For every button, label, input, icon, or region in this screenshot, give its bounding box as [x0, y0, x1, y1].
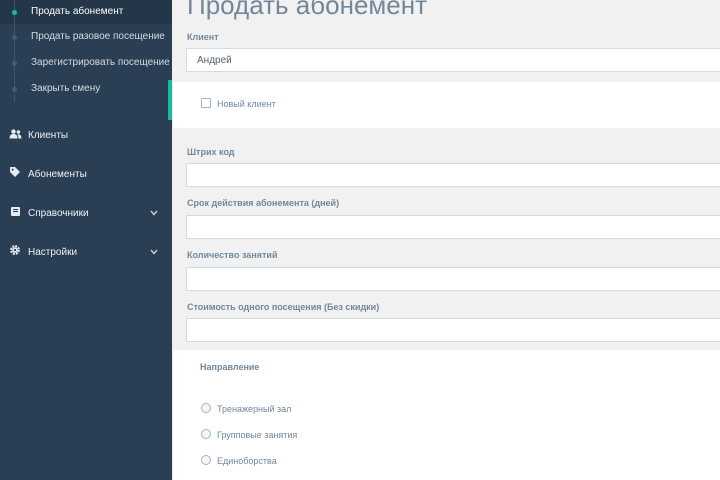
- barcode-input[interactable]: [186, 163, 720, 187]
- tag-icon: [8, 155, 22, 194]
- new-client-panel: Новый клиент: [172, 82, 720, 128]
- direction-panel: Направление Тренажерный зал Групповые за…: [172, 350, 720, 480]
- sessions-label: Количество занятий: [187, 250, 278, 260]
- direction-option-gym[interactable]: Тренажерный зал: [201, 403, 291, 415]
- duration-input[interactable]: [186, 215, 720, 239]
- direction-option-label: Тренажерный зал: [217, 404, 292, 414]
- sidebar-nav: Клиенты Абонементы Справочники Настройки: [0, 116, 172, 272]
- new-client-checkbox[interactable]: [201, 98, 211, 108]
- bullet-dot-icon: [12, 10, 17, 15]
- bullet-dot-icon: [12, 35, 17, 40]
- price-label: Стоимость одного посещения (Без скидки): [187, 302, 380, 312]
- barcode-label: Штрих код: [187, 147, 235, 157]
- gear-icon: [8, 233, 22, 272]
- direction-radio[interactable]: [201, 429, 211, 439]
- direction-option-label: Групповые занятия: [217, 430, 298, 440]
- sidebar-item-subscriptions[interactable]: Абонементы: [0, 155, 172, 194]
- client-label: Клиент: [187, 32, 219, 42]
- sessions-input[interactable]: [186, 267, 720, 291]
- chevron-down-icon: [150, 194, 158, 233]
- sidebar-item-label: Абонементы: [28, 169, 87, 180]
- client-input[interactable]: [186, 48, 720, 72]
- sidebar-subitem-label: Зарегистрировать посещение: [31, 57, 170, 68]
- users-icon: [8, 116, 22, 155]
- sidebar-subitem-label: Продать абонемент: [31, 6, 124, 17]
- bullet-dot-icon: [12, 87, 17, 92]
- sidebar-subitem-close-shift[interactable]: Закрыть смену: [0, 76, 172, 102]
- main-content: Продать абонемент Клиент Новый клиент Шт…: [172, 0, 720, 480]
- direction-label: Направление: [200, 362, 260, 372]
- new-client-checkbox-row[interactable]: Новый клиент: [201, 98, 276, 110]
- direction-radio[interactable]: [201, 403, 211, 413]
- direction-option-group-classes[interactable]: Групповые занятия: [201, 429, 297, 441]
- price-input[interactable]: [186, 318, 720, 342]
- chevron-down-icon: [150, 233, 158, 272]
- sidebar-subitem-sell-single-visit[interactable]: Продать разовое посещение: [0, 24, 172, 50]
- sidebar: Продать абонемент Продать разовое посеще…: [0, 0, 172, 480]
- direction-radio[interactable]: [201, 455, 211, 465]
- sidebar-subitem-sell-subscription[interactable]: Продать абонемент: [0, 0, 172, 24]
- sidebar-item-label: Настройки: [28, 247, 78, 258]
- direction-option-label: Единоборства: [217, 456, 277, 466]
- sidebar-subitem-register-visit[interactable]: Зарегистрировать посещение: [0, 50, 172, 76]
- sidebar-item-label: Клиенты: [28, 130, 69, 141]
- sidebar-item-clients[interactable]: Клиенты: [0, 116, 172, 155]
- duration-label: Срок действия абонемента (дней): [187, 198, 340, 208]
- page-title: Продать абонемент: [187, 0, 428, 20]
- book-icon: [8, 194, 22, 233]
- direction-option-martial-arts[interactable]: Единоборства: [201, 455, 277, 467]
- bullet-dot-icon: [12, 61, 17, 66]
- sidebar-item-directories[interactable]: Справочники: [0, 194, 172, 233]
- sidebar-submenu: Продать абонемент Продать разовое посеще…: [0, 0, 172, 102]
- sidebar-item-label: Справочники: [28, 208, 89, 219]
- sidebar-item-settings[interactable]: Настройки: [0, 233, 172, 272]
- sidebar-subitem-label: Продать разовое посещение: [31, 31, 165, 42]
- sidebar-subitem-label: Закрыть смену: [31, 83, 101, 94]
- new-client-label: Новый клиент: [217, 99, 276, 109]
